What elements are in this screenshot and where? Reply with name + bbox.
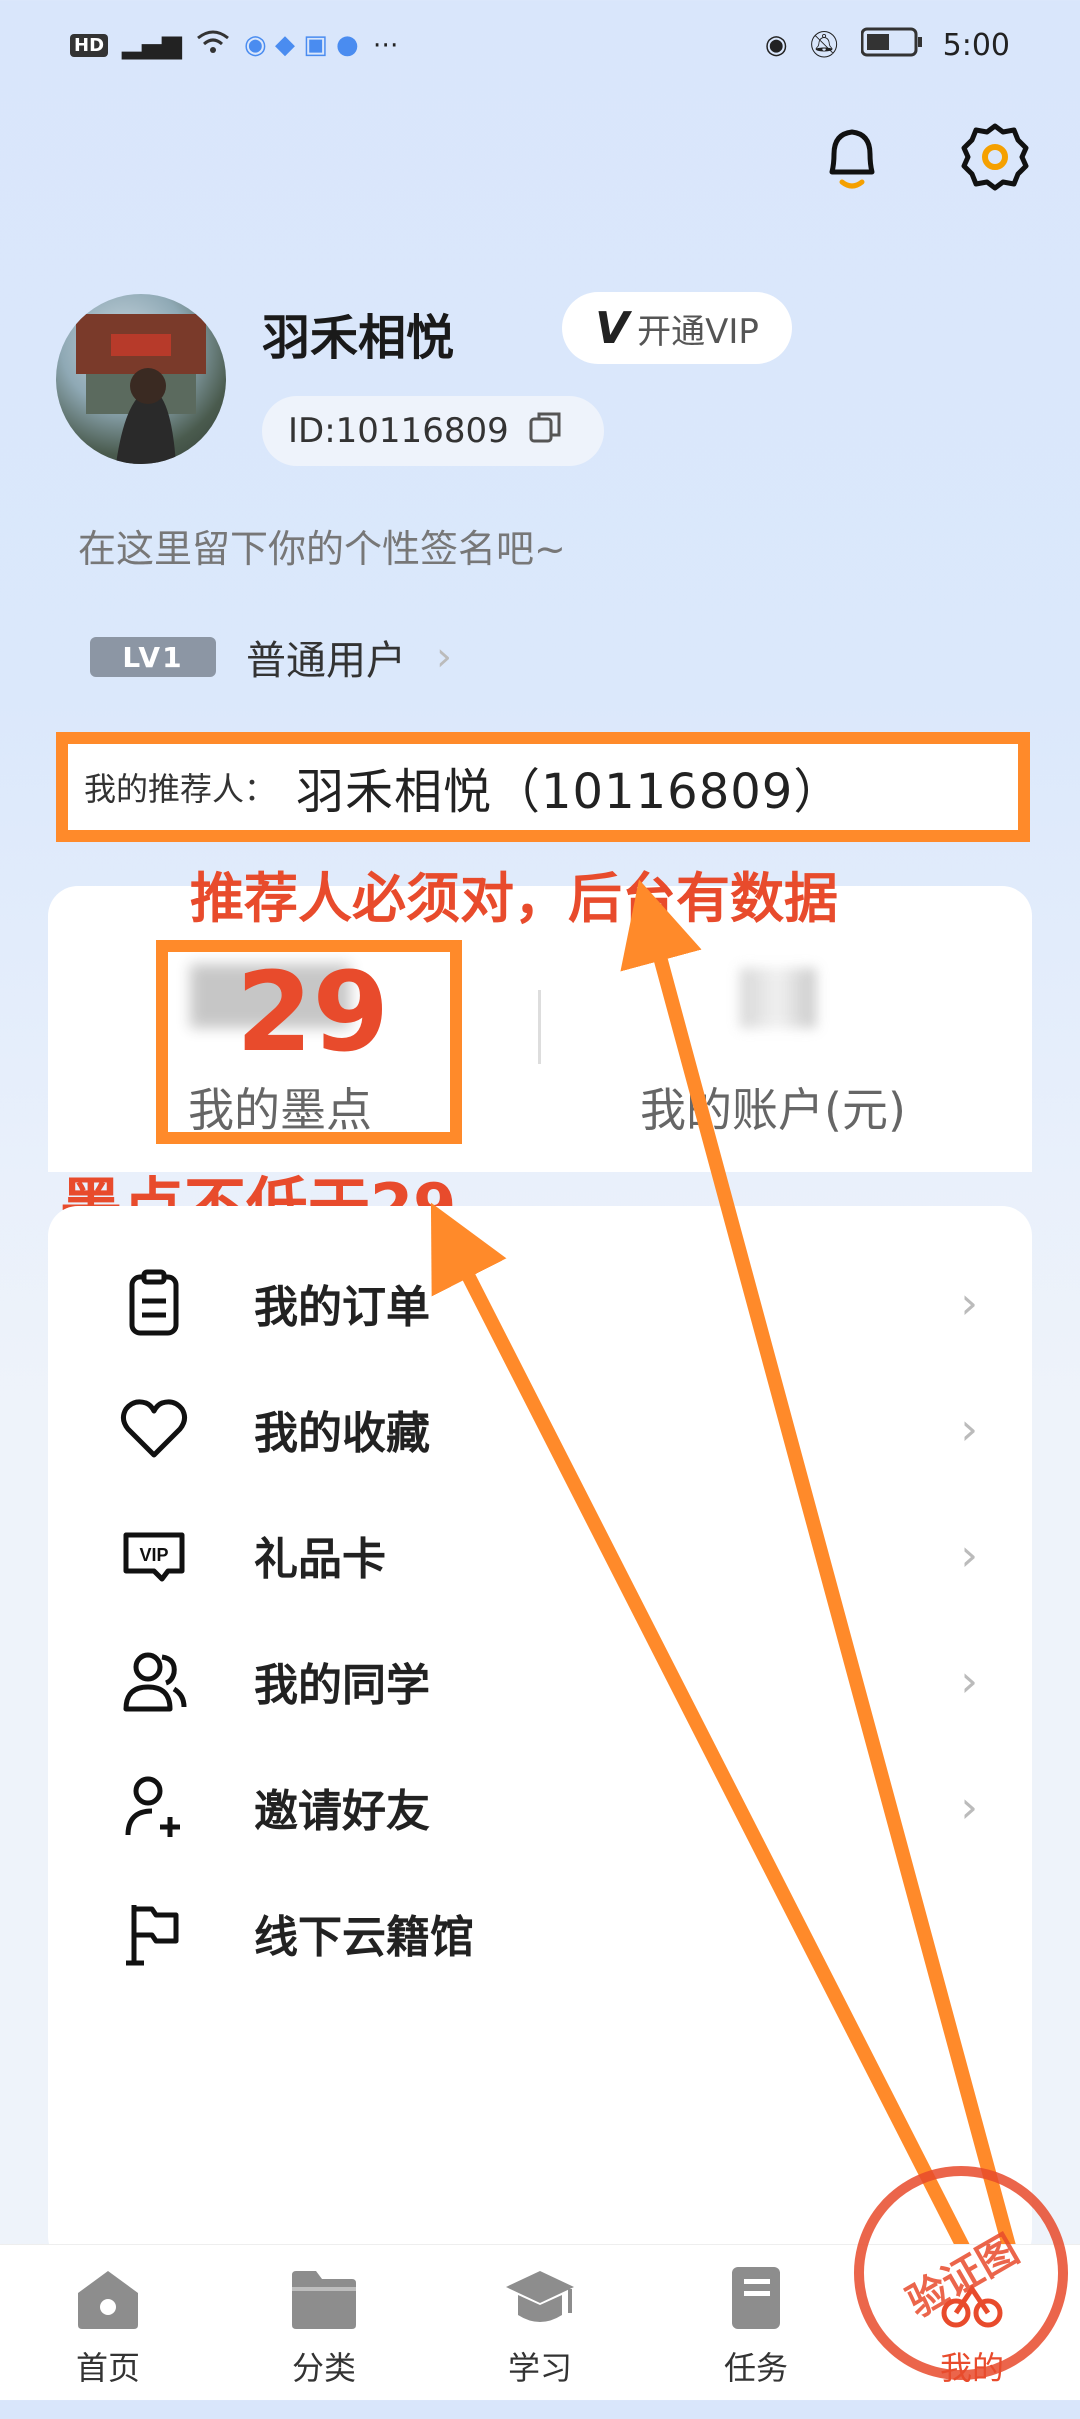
nav-home[interactable]: 首页: [0, 2245, 216, 2400]
app-icons: ◉ ◆ ▣ ●: [244, 30, 359, 60]
classmates-icon: [118, 1645, 190, 1717]
blurred-account-value: [740, 968, 816, 1028]
nav-category[interactable]: 分类: [216, 2245, 432, 2400]
nav-study[interactable]: 学习: [432, 2245, 648, 2400]
clipboard-icon: [118, 1267, 190, 1339]
menu-item-orders[interactable]: 我的订单 ›: [48, 1240, 1032, 1366]
graduation-cap-icon: [506, 2271, 574, 2322]
menu-item-invite-friends[interactable]: 邀请好友 ›: [48, 1744, 1032, 1870]
menu-label-offline-library: 线下云籍馆: [254, 1912, 474, 1963]
referrer-box: 我的推荐人： 羽禾相悦（10116809）: [56, 732, 1030, 842]
heart-icon: [118, 1393, 190, 1465]
settings-gear-icon[interactable]: [958, 120, 1032, 194]
nav-home-label: 首页: [75, 2349, 140, 2387]
hd-badge: HD: [70, 33, 109, 57]
nav-study-label: 学习: [507, 2349, 572, 2387]
menu-label-invite-friends: 邀请好友: [254, 1786, 430, 1837]
user-name: 羽禾相悦: [262, 310, 455, 366]
status-bar: HD ▂▄▆ ◉ ◆ ▣ ● ⋯ ◉ 🔕︎ 5:00: [70, 20, 1010, 70]
vip-v-icon: V: [595, 302, 630, 354]
user-id-text: ID:10116809: [288, 411, 509, 451]
menu-label-orders: 我的订单: [254, 1282, 430, 1333]
mute-bell-icon: 🔕︎: [807, 30, 841, 60]
notification-bell-icon[interactable]: [816, 120, 888, 192]
chevron-right-icon: ›: [960, 1403, 978, 1455]
menu-label-classmates: 我的同学: [254, 1660, 430, 1711]
user-level-row[interactable]: LV1 普通用户 ›: [90, 628, 452, 686]
signal-icon: ▂▄▆: [122, 30, 183, 60]
user-id-pill[interactable]: ID:10116809: [262, 396, 604, 466]
nav-category-label: 分类: [291, 2349, 356, 2387]
flag-icon: [118, 1897, 190, 1969]
account-label[interactable]: 我的账户(元): [640, 1074, 906, 1140]
referrer-annotation: 推荐人必须对，后台有数据: [190, 867, 838, 930]
watermark-text: 验证图: [899, 2226, 1027, 2327]
more-icon: ⋯: [372, 30, 399, 60]
chevron-right-icon: ›: [960, 1277, 978, 1329]
referrer-label: 我的推荐人：: [84, 770, 277, 808]
chevron-right-icon: ›: [436, 634, 452, 680]
avatar[interactable]: [56, 294, 226, 464]
level-badge: LV1: [90, 637, 216, 677]
menu-item-gift-card[interactable]: VIP 礼品卡 ›: [48, 1492, 1032, 1618]
nav-tasks-label: 任务: [723, 2349, 788, 2387]
stats-divider: [538, 990, 541, 1064]
chevron-right-icon: ›: [960, 1655, 978, 1707]
chevron-right-icon: ›: [960, 1781, 978, 1833]
open-vip-button[interactable]: V 开通VIP: [562, 292, 792, 364]
copy-icon[interactable]: [527, 409, 563, 454]
svg-text:VIP: VIP: [139, 1545, 168, 1565]
status-left: HD ▂▄▆ ◉ ◆ ▣ ● ⋯: [70, 29, 399, 62]
menu-label-favorites: 我的收藏: [254, 1408, 430, 1459]
book-icon: [732, 2267, 780, 2329]
status-right: ◉ 🔕︎ 5:00: [765, 27, 1010, 64]
home-icon: [78, 2271, 138, 2329]
vip-card-icon: VIP: [118, 1519, 190, 1591]
referrer-value: 羽禾相悦（10116809）: [296, 764, 843, 820]
menu-item-classmates[interactable]: 我的同学 ›: [48, 1618, 1032, 1744]
battery-icon: [860, 27, 923, 64]
clock: 5:00: [942, 27, 1010, 63]
menu-item-offline-library[interactable]: 线下云籍馆: [48, 1870, 1032, 1996]
wifi-icon: [196, 29, 230, 62]
menu-item-favorites[interactable]: 我的收藏 ›: [48, 1366, 1032, 1492]
signature-placeholder[interactable]: 在这里留下你的个性签名吧~: [78, 518, 566, 573]
chevron-right-icon: ›: [960, 1529, 978, 1581]
menu-label-gift-card: 礼品卡: [254, 1534, 386, 1585]
nav-tasks[interactable]: 任务: [648, 2245, 864, 2400]
folder-icon: [292, 2271, 356, 2329]
level-name: 普通用户: [246, 638, 406, 684]
open-vip-label: 开通VIP: [637, 311, 759, 352]
eye-icon: ◉: [764, 30, 788, 60]
add-user-icon: [118, 1771, 190, 1843]
points-highlight-box: [156, 940, 462, 1144]
